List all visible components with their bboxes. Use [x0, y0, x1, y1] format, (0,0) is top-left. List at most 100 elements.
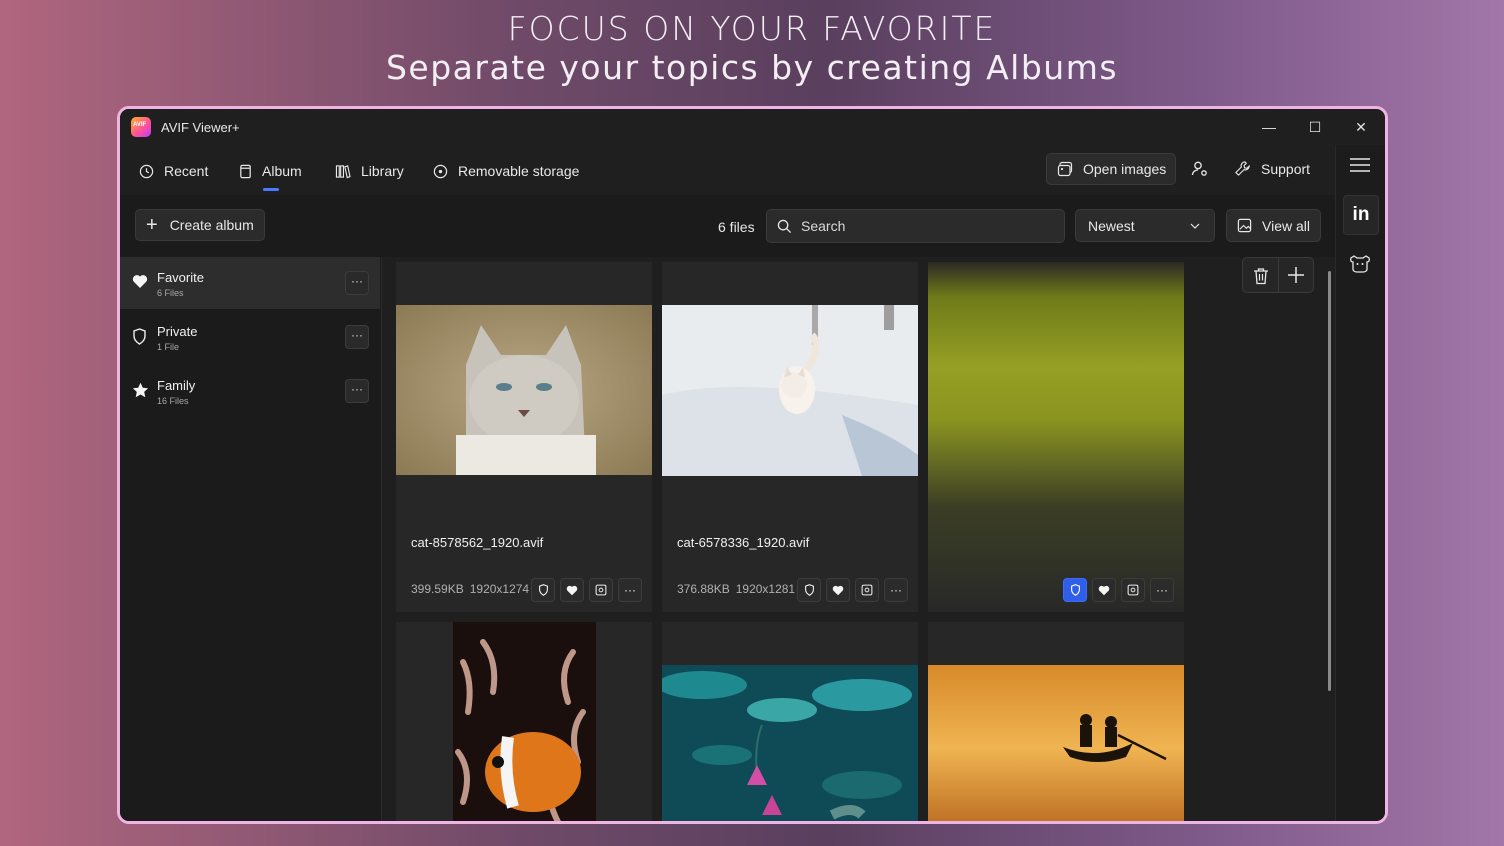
- album-more-button[interactable]: ···: [345, 325, 369, 349]
- image-grid: cat-8578562_1920.avif 399.59KB 1920x1274 …: [383, 257, 1335, 824]
- vertical-scrollbar[interactable]: [1328, 271, 1331, 691]
- file-name: cat-8578562_1920.avif: [411, 535, 544, 550]
- shield-icon: [804, 584, 814, 596]
- open-images-button[interactable]: Open images: [1046, 153, 1176, 185]
- heart-icon: [1098, 585, 1110, 595]
- file-meta: 376.88KB 1920x1281: [677, 582, 801, 596]
- file-count: 6 files: [718, 219, 755, 235]
- account-settings-button[interactable]: [1191, 160, 1209, 178]
- support-label: Support: [1261, 160, 1311, 177]
- delete-button[interactable]: [1253, 267, 1269, 290]
- cat-thumbnail[interactable]: [396, 305, 652, 475]
- hamburger-menu-button[interactable]: [1349, 157, 1371, 178]
- nav-removable-storage[interactable]: Removable storage: [433, 159, 579, 183]
- album-item-private[interactable]: Private 1 File ···: [120, 311, 380, 363]
- create-album-label: Create album: [169, 217, 254, 233]
- snow-cat-thumbnail[interactable]: [662, 305, 918, 476]
- disc-icon: [433, 164, 448, 178]
- nav-library[interactable]: Library: [335, 159, 404, 183]
- album-sidebar: Favorite 6 Files ··· Private 1 File ··· …: [120, 257, 382, 821]
- file-dimensions: 1920x1281: [735, 582, 796, 596]
- pet-mascot-button[interactable]: [1349, 253, 1371, 280]
- album-item-family[interactable]: Family 16 Files ···: [120, 365, 380, 417]
- album-name: Private: [157, 324, 198, 339]
- card-more-button[interactable]: ···: [1150, 578, 1174, 602]
- view-all-label: View all: [1262, 217, 1310, 234]
- nav-recent[interactable]: Recent: [139, 159, 208, 183]
- album-more-button[interactable]: ···: [345, 271, 369, 295]
- clownfish-thumbnail[interactable]: [453, 622, 596, 824]
- image-card[interactable]: [662, 622, 918, 824]
- set-wallpaper-button[interactable]: [855, 578, 879, 602]
- star-icon: [132, 382, 149, 398]
- card-more-button[interactable]: ···: [884, 578, 908, 602]
- plus-icon: [1288, 267, 1304, 283]
- set-wallpaper-button[interactable]: [1121, 578, 1145, 602]
- sort-value: Newest: [1088, 217, 1135, 234]
- image-card[interactable]: cat-8578562_1920.avif 399.59KB 1920x1274 …: [396, 262, 652, 612]
- search-box[interactable]: [766, 209, 1065, 243]
- album-icon: [240, 164, 251, 178]
- search-input[interactable]: [801, 218, 1041, 234]
- image-card[interactable]: [928, 622, 1184, 824]
- image-icon: [595, 584, 607, 596]
- lotus-pond-thumbnail[interactable]: [662, 665, 918, 824]
- album-count: 16 Files: [157, 396, 189, 406]
- private-toggle-button[interactable]: [797, 578, 821, 602]
- nav-album-label: Album: [262, 163, 302, 179]
- chevron-down-icon: [1190, 223, 1200, 229]
- promo-title: FOCUS ON YOUR FAVORITE: [507, 9, 997, 48]
- file-size: 399.59KB: [411, 582, 464, 596]
- file-size: 376.88KB: [677, 582, 730, 596]
- favorite-toggle-button[interactable]: [826, 578, 850, 602]
- blurred-private-thumbnail[interactable]: [928, 262, 1184, 612]
- album-more-button[interactable]: ···: [345, 379, 369, 403]
- view-all-button[interactable]: View all: [1226, 209, 1321, 242]
- app-logo-icon: AVIF: [131, 117, 151, 137]
- promo-header: FOCUS ON YOUR FAVORITE Separate your top…: [0, 10, 1504, 88]
- linkedin-button[interactable]: in: [1343, 195, 1379, 235]
- create-album-button[interactable]: + Create album: [135, 209, 265, 241]
- album-count: 6 Files: [157, 288, 184, 298]
- heart-icon: [566, 585, 578, 595]
- image-card[interactable]: cat-6578336_1920.avif 376.88KB 1920x1281 …: [662, 262, 918, 612]
- divider: [1278, 258, 1279, 292]
- wrench-icon: [1235, 161, 1250, 176]
- album-count: 1 File: [157, 342, 180, 352]
- file-name: cat-6578336_1920.avif: [677, 535, 810, 550]
- favorite-toggle-button[interactable]: [560, 578, 584, 602]
- right-rail: in: [1335, 145, 1385, 821]
- image-icon: [1237, 218, 1252, 233]
- private-toggle-button[interactable]: [531, 578, 555, 602]
- shield-icon: [1070, 584, 1080, 596]
- support-button[interactable]: Support: [1234, 160, 1310, 177]
- search-icon: [777, 219, 792, 233]
- add-to-album-button[interactable]: [1287, 266, 1305, 289]
- album-item-favorite[interactable]: Favorite 6 Files ···: [120, 257, 380, 309]
- boat-sunset-thumbnail[interactable]: [928, 665, 1184, 824]
- nav-album[interactable]: Album: [239, 159, 302, 191]
- card-more-button[interactable]: ···: [618, 578, 642, 602]
- minimize-button[interactable]: —: [1246, 115, 1292, 139]
- sort-dropdown[interactable]: Newest: [1075, 209, 1215, 242]
- maximize-button[interactable]: ☐: [1292, 115, 1338, 139]
- set-wallpaper-button[interactable]: [589, 578, 613, 602]
- image-icon: [861, 584, 873, 596]
- private-toggle-button[interactable]: [1063, 578, 1087, 602]
- nav-bar: Recent Album Library Removable storage O…: [120, 145, 1335, 195]
- image-card[interactable]: ···: [928, 262, 1184, 612]
- image-card[interactable]: [396, 622, 652, 824]
- album-name: Favorite: [157, 270, 204, 285]
- shield-icon: [538, 584, 548, 596]
- linkedin-icon: in: [1352, 204, 1370, 225]
- close-button[interactable]: ✕: [1338, 115, 1384, 139]
- user-gear-icon: [1191, 161, 1207, 176]
- favorite-toggle-button[interactable]: [1092, 578, 1116, 602]
- album-name: Family: [157, 378, 196, 393]
- file-dimensions: 1920x1274: [469, 582, 530, 596]
- menu-icon: [1350, 158, 1370, 172]
- nav-removable-label: Removable storage: [458, 163, 580, 179]
- trash-icon: [1254, 268, 1268, 285]
- promo-subtitle: Separate your topics by creating Albums: [385, 48, 1119, 87]
- selection-tools: [1242, 257, 1314, 293]
